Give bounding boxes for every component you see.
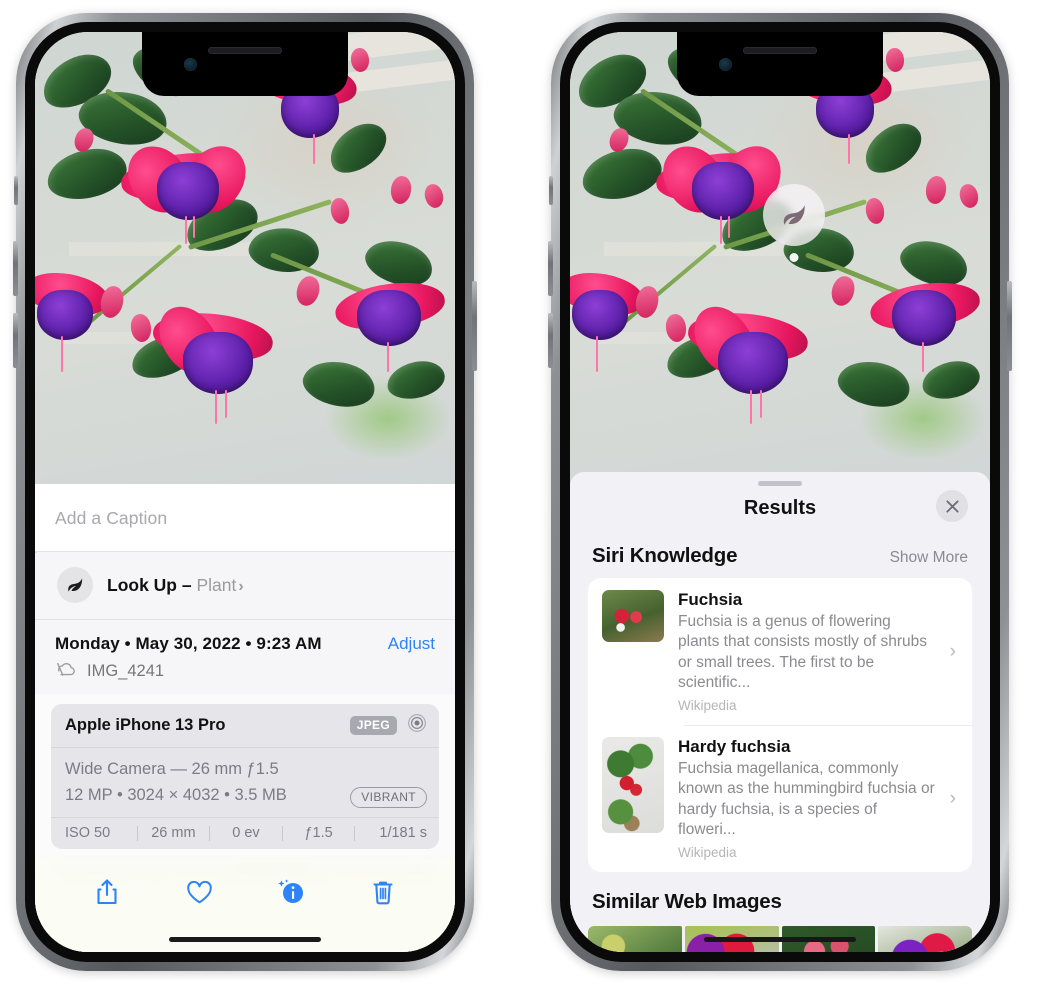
exif-aperture: ƒ1.5 — [304, 825, 333, 842]
front-camera-icon — [719, 58, 732, 71]
screenshot-root: Add a Caption ✦ Look Up – Plant› — [0, 0, 1055, 985]
result-source: Wikipedia — [678, 845, 737, 861]
favorite-button[interactable] — [176, 870, 222, 914]
home-indicator[interactable] — [169, 937, 321, 942]
camera-card-header: Apple iPhone 13 Pro JPEG — [51, 704, 439, 748]
right-phone-device: Results Siri Knowledge Show More Fuchsia… — [548, 13, 1012, 971]
silent-switch[interactable] — [14, 176, 18, 205]
similar-web-images-header: Similar Web Images — [570, 872, 990, 924]
similar-web-images-title: Similar Web Images — [592, 890, 782, 914]
visual-lookup-leaf-badge[interactable] — [763, 184, 825, 246]
photo-filename: IMG_4241 — [87, 662, 165, 680]
result-thumbnail — [602, 590, 664, 642]
power-button[interactable] — [1007, 281, 1012, 371]
photo-date: Monday • May 30, 2022 • 9:23 AM — [55, 634, 322, 653]
list-item[interactable]: Fuchsia Fuchsia is a genus of flowering … — [588, 578, 972, 725]
result-title: Hardy fuchsia — [678, 737, 791, 757]
exif-focal-length: 26 mm — [151, 825, 196, 842]
exif-iso: ISO 50 — [65, 825, 111, 842]
right-phone-screen: Results Siri Knowledge Show More Fuchsia… — [570, 32, 990, 952]
result-source: Wikipedia — [678, 698, 737, 714]
volume-down-button[interactable] — [548, 313, 553, 368]
earpiece-speaker — [743, 47, 817, 54]
chevron-right-icon: › — [949, 640, 956, 662]
home-indicator[interactable] — [704, 937, 856, 942]
show-more-button[interactable]: Show More — [890, 549, 968, 567]
power-button[interactable] — [472, 281, 477, 371]
device-notch — [677, 32, 883, 96]
camera-device-name: Apple iPhone 13 Pro — [65, 716, 226, 734]
camera-lens-line: Wide Camera — 26 mm ƒ1.5 — [65, 760, 279, 778]
volume-down-button[interactable] — [13, 313, 18, 368]
result-description: Fuchsia is a genus of flowering plants t… — [678, 613, 927, 691]
camera-info-card[interactable]: Apple iPhone 13 Pro JPEG Wide Camera — 2… — [51, 704, 439, 850]
share-button[interactable] — [84, 870, 130, 914]
delete-button[interactable] — [360, 870, 406, 914]
result-thumbnail — [602, 737, 664, 834]
results-header: Results — [570, 486, 990, 526]
leaf-icon — [783, 205, 805, 225]
result-description: Fuchsia magellanica, commonly known as t… — [678, 760, 935, 839]
chevron-right-icon: › — [238, 577, 244, 595]
left-phone-device: Add a Caption ✦ Look Up – Plant› — [13, 13, 477, 971]
result-title: Fuchsia — [678, 590, 743, 609]
info-button[interactable] — [268, 870, 314, 914]
left-phone-screen: Add a Caption ✦ Look Up – Plant› — [35, 32, 455, 952]
look-up-subject: Plant — [196, 574, 237, 595]
similar-image-thumbnail[interactable] — [588, 926, 682, 952]
device-notch — [142, 32, 348, 96]
look-up-label: Look Up – Plant › — [107, 575, 244, 596]
siri-knowledge-title: Siri Knowledge — [592, 544, 738, 567]
siri-knowledge-header: Siri Knowledge Show More — [570, 526, 990, 578]
caption-input[interactable]: Add a Caption — [55, 508, 435, 529]
photo-metadata-block: Monday • May 30, 2022 • 9:23 AM Adjust I… — [35, 620, 455, 694]
siri-knowledge-card: Fuchsia Fuchsia is a genus of flowering … — [588, 578, 972, 873]
caption-row[interactable]: Add a Caption — [35, 484, 455, 552]
exif-exposure-value: 0 ev — [232, 825, 260, 842]
exif-row: ISO 50 26 mm 0 ev ƒ1.5 1/181 s — [51, 818, 439, 849]
camera-card-body: Wide Camera — 26 mm ƒ1.5 12 MP • 3024 × … — [51, 748, 439, 819]
adjust-button[interactable]: Adjust — [388, 634, 435, 654]
cloud-slash-icon — [55, 661, 77, 682]
volume-up-button[interactable] — [13, 241, 18, 296]
aperture-icon — [407, 713, 427, 738]
format-badge: JPEG — [349, 716, 397, 735]
results-sheet: Results Siri Knowledge Show More Fuchsia… — [570, 472, 990, 952]
close-icon[interactable] — [936, 490, 968, 522]
sparkle-icon: ✦ — [35, 546, 39, 561]
earpiece-speaker — [208, 47, 282, 54]
front-camera-icon — [184, 58, 197, 71]
results-title: Results — [743, 497, 817, 519]
look-up-action: Look Up – — [107, 574, 192, 595]
leaf-icon — [57, 567, 93, 603]
look-up-row[interactable]: ✦ Look Up – Plant› — [35, 546, 455, 620]
similar-image-thumbnail[interactable] — [878, 926, 972, 952]
chevron-right-icon: › — [949, 787, 956, 809]
photographic-style-badge: VIBRANT — [350, 787, 427, 809]
list-item[interactable]: Hardy fuchsia Fuchsia magellanica, commo… — [588, 725, 972, 872]
exif-shutter-speed: 1/181 s — [379, 825, 427, 842]
volume-up-button[interactable] — [548, 241, 553, 296]
right-phone-bezel: Results Siri Knowledge Show More Fuchsia… — [560, 22, 1000, 962]
left-phone-bezel: Add a Caption ✦ Look Up – Plant› — [25, 22, 465, 962]
silent-switch[interactable] — [549, 176, 553, 205]
